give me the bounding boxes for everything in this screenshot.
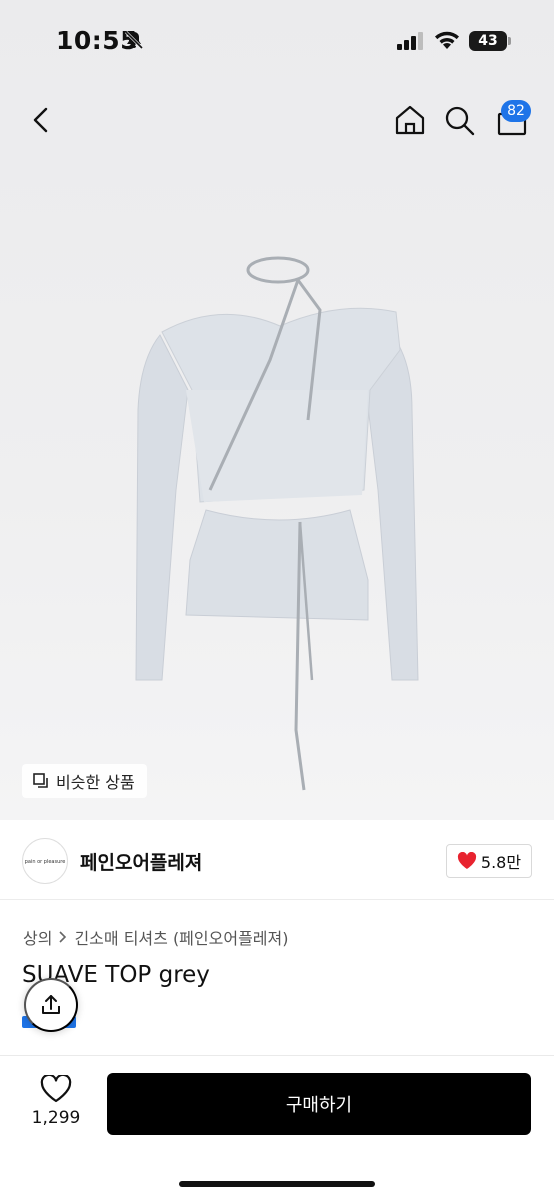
search-button[interactable] <box>441 102 477 138</box>
breadcrumb-subcategory[interactable]: 긴소매 티셔츠 (페인오어플레져) <box>74 925 288 949</box>
search-icon <box>445 106 475 136</box>
wifi-icon <box>435 31 459 49</box>
similar-products-button[interactable]: 비슷한 상품 <box>22 764 147 798</box>
heart-filled-icon <box>457 852 476 869</box>
similar-items-icon <box>33 773 48 788</box>
share-button[interactable] <box>24 978 78 1032</box>
home-indicator <box>179 1181 375 1187</box>
status-bar: 10:55 43 <box>0 0 554 80</box>
home-button[interactable] <box>392 102 428 138</box>
brand-like-button[interactable]: 5.8만 <box>446 844 532 878</box>
wish-count: 1,299 <box>31 1108 81 1128</box>
battery-tip <box>508 37 511 45</box>
product-image[interactable] <box>100 240 454 800</box>
home-icon <box>395 105 425 135</box>
similar-products-label: 비슷한 상품 <box>56 773 135 792</box>
buy-button[interactable]: 구매하기 <box>107 1073 531 1135</box>
battery-icon: 43 <box>469 31 507 51</box>
heart-outline-icon[interactable] <box>40 1075 72 1103</box>
brand-logo[interactable]: pain or pleasure <box>22 838 68 884</box>
brand-row[interactable]: pain or pleasure 페인오어플레져 5.8만 <box>0 820 554 900</box>
cellular-signal-icon <box>397 32 423 50</box>
breadcrumb-category[interactable]: 상의 <box>23 925 52 949</box>
cart-count-badge: 82 <box>501 100 531 122</box>
product-hero: 10:55 43 82 비슷한 상품 <box>0 0 554 820</box>
chevron-left-icon <box>33 107 48 133</box>
product-screen: 10:55 43 82 비슷한 상품 pain or pleasure 페인오어… <box>0 0 554 1200</box>
brand-name[interactable]: 페인오어플레져 <box>80 848 202 875</box>
back-button[interactable] <box>24 102 60 138</box>
share-icon <box>42 995 60 1014</box>
bell-muted-icon <box>124 30 144 50</box>
breadcrumb: 상의 긴소매 티셔츠 (페인오어플레져) <box>23 925 288 949</box>
brand-like-count: 5.8만 <box>480 853 522 872</box>
chevron-right-icon <box>59 931 67 943</box>
